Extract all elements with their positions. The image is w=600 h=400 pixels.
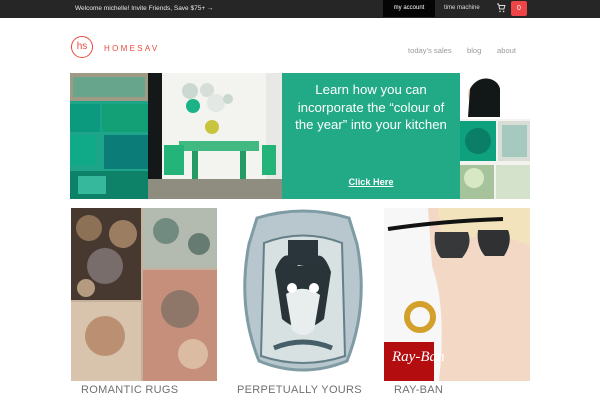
hero-click-here-link[interactable]: Click Here xyxy=(333,177,409,187)
nav-todays-sales[interactable]: today's sales xyxy=(408,46,452,55)
brand-name[interactable]: HOMESAV xyxy=(104,44,160,53)
green-accessories-collage xyxy=(460,73,530,199)
hero-headline: Learn how you can incorporate the “colou… xyxy=(295,82,447,132)
colour-of-year-promo[interactable]: Learn how you can incorporate the “colou… xyxy=(282,73,460,199)
romantic-rugs-caption[interactable]: ROMANTIC RUGS xyxy=(81,384,178,396)
hero-banner[interactable]: Learn how you can incorporate the “colou… xyxy=(70,73,530,199)
green-dining-room-image xyxy=(148,73,282,199)
green-kitchen-products-image xyxy=(70,73,148,199)
ray-ban-brand-badge: Ray-Ban xyxy=(391,349,444,365)
shopping-cart-icon[interactable] xyxy=(496,3,506,13)
ray-ban-caption[interactable]: RAY-BAN xyxy=(394,384,443,396)
ray-ban-model-image: Ray-Ban xyxy=(384,208,530,381)
homesav-logo[interactable]: hs xyxy=(71,36,93,58)
ray-ban-product[interactable]: Ray-Ban xyxy=(384,208,530,381)
dog-pillow-image xyxy=(243,209,363,372)
time-machine-link[interactable]: time machine xyxy=(444,5,480,11)
perpetually-yours-caption[interactable]: PERPETUALLY YOURS xyxy=(237,384,362,396)
nav-about[interactable]: about xyxy=(497,46,516,55)
cart-count-badge[interactable]: 0 xyxy=(511,1,527,16)
romantic-rugs-product[interactable] xyxy=(71,208,217,381)
top-bar: Welcome michelle! Invite Friends, Save $… xyxy=(0,0,600,18)
nav-blog[interactable]: blog xyxy=(467,46,481,55)
my-account-button[interactable]: my account xyxy=(383,0,435,17)
perpetually-yours-product[interactable] xyxy=(230,208,376,381)
romantic-rugs-image xyxy=(71,208,217,381)
welcome-invite-link[interactable]: Welcome michelle! Invite Friends, Save $… xyxy=(75,5,213,12)
